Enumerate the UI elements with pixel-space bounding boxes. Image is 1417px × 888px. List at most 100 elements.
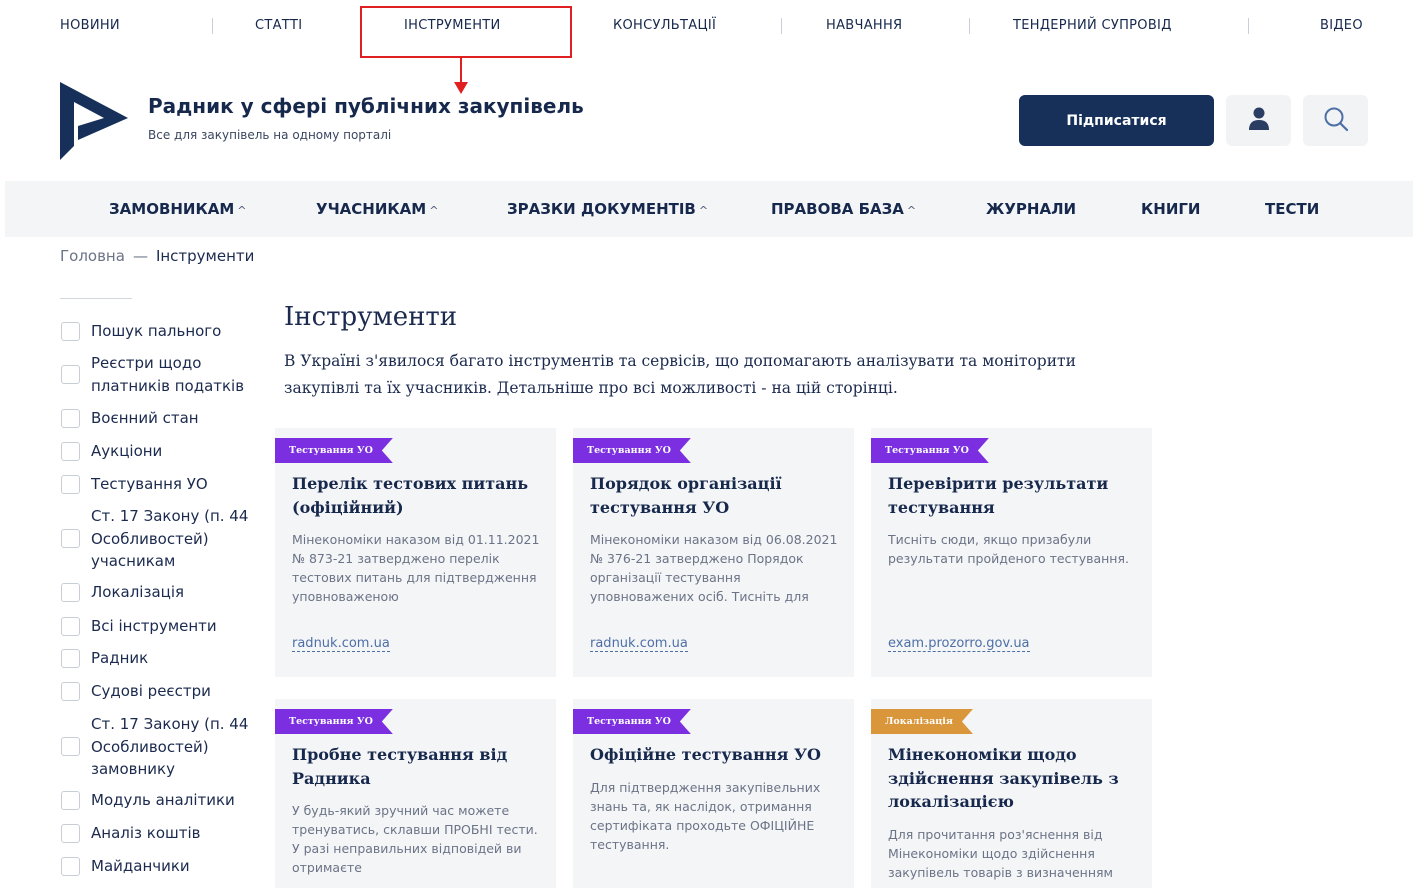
card-title[interactable]: Перелік тестових питань (офіційний)	[292, 472, 542, 519]
card-title[interactable]: Перевірити результати тестування	[888, 472, 1138, 519]
filter-auctions[interactable]: Аукціони	[61, 440, 256, 463]
highlight-arrow-line	[460, 58, 462, 84]
user-icon	[1248, 107, 1269, 135]
card-tag: Тестування УО	[871, 438, 989, 463]
filter-funds-analysis[interactable]: Аналіз коштів	[61, 822, 256, 845]
filter-art17-customer[interactable]: Ст. 17 Закону (п. 44 Особливостей) замов…	[61, 713, 256, 781]
top-nav-articles[interactable]: СТАТТІ	[255, 18, 302, 33]
filter-testing[interactable]: Тестування УО	[61, 473, 256, 496]
main-nav-customers[interactable]: ЗАМОВНИКАМ ^	[109, 200, 247, 218]
card-link[interactable]: exam.prozorro.gov.ua	[888, 636, 1030, 652]
checkbox[interactable]	[61, 681, 80, 701]
filter-label: Воєнний стан	[91, 409, 199, 427]
top-nav-news[interactable]: НОВИНИ	[60, 18, 120, 33]
filter-court-registries[interactable]: Судові реєстри	[61, 680, 256, 703]
checkbox[interactable]	[61, 616, 80, 636]
card-description: Для прочитання роз'яснення від Мінеконом…	[888, 827, 1113, 880]
main-nav-tests[interactable]: ТЕСТИ	[1265, 200, 1319, 218]
filter-art17-participants[interactable]: Ст. 17 Закону (п. 44 Особливостей) учасн…	[61, 505, 256, 573]
main-nav-document-samples[interactable]: ЗРАЗКИ ДОКУМЕНТІВ ^	[507, 200, 708, 218]
card-title[interactable]: Офіційне тестування УО	[590, 743, 840, 767]
card-description: Мінекономіки наказом від 01.11.2021 № 87…	[292, 532, 540, 604]
search-button[interactable]	[1303, 95, 1368, 146]
filter-label: Модуль аналітики	[91, 791, 235, 809]
chevron-up-icon: ^	[429, 204, 439, 217]
main-nav: ЗАМОВНИКАМ ^ УЧАСНИКАМ ^ ЗРАЗКИ ДОКУМЕНТІВ…	[5, 181, 1413, 237]
main-nav-legal-base[interactable]: ПРАВОВА БАЗА ^	[771, 200, 916, 218]
filter-analytics-module[interactable]: Модуль аналітики	[61, 789, 256, 812]
sidebar-divider	[60, 298, 132, 299]
tool-card[interactable]: Локалізація Мінекономіки щодо здійснення…	[871, 699, 1152, 888]
card-title[interactable]: Пробне тестування від Радника	[292, 743, 542, 790]
card-description: Мінекономіки наказом від 06.08.2021 № 37…	[590, 532, 838, 604]
top-nav-education[interactable]: НАВЧАННЯ	[826, 18, 902, 33]
filter-label: Майданчики	[91, 857, 190, 875]
top-nav-separator	[781, 18, 782, 34]
filter-localization[interactable]: Локалізація	[61, 581, 256, 604]
filter-label: Аналіз коштів	[91, 824, 201, 842]
tool-card[interactable]: Тестування УО Порядок організації тестув…	[573, 428, 854, 677]
filter-label: Судові реєстри	[91, 682, 211, 700]
breadcrumb: Головна — Інструменти	[60, 247, 254, 265]
main-nav-books[interactable]: КНИГИ	[1141, 200, 1200, 218]
filter-label: Локалізація	[91, 583, 185, 601]
breadcrumb-home[interactable]: Головна	[60, 247, 125, 265]
checkbox[interactable]	[61, 441, 80, 461]
checkbox[interactable]	[61, 856, 80, 876]
brand-subtitle: Все для закупівель на одному порталі	[148, 128, 392, 142]
checkbox[interactable]	[61, 648, 80, 668]
checkbox[interactable]	[61, 321, 80, 341]
card-title[interactable]: Порядок організації тестування УО	[590, 472, 840, 519]
filter-platforms[interactable]: Майданчики	[61, 855, 256, 878]
checkbox[interactable]	[61, 582, 80, 602]
tool-card[interactable]: Тестування УО Перелік тестових питань (о…	[275, 428, 556, 677]
top-nav-consultations[interactable]: КОНСУЛЬТАЦІЇ	[613, 18, 716, 33]
top-nav: НОВИНИ СТАТТІ ІНСТРУМЕНТИ КОНСУЛЬТАЦІЇ Н…	[0, 0, 1417, 54]
chevron-up-icon: ^	[237, 204, 247, 217]
checkbox[interactable]	[61, 529, 80, 549]
checkbox[interactable]	[61, 790, 80, 810]
main-nav-participants[interactable]: УЧАСНИКАМ ^	[316, 200, 438, 218]
filter-fuel-search[interactable]: Пошук пального	[61, 320, 256, 343]
filter-tax-registries[interactable]: Реєстри щодо платників податків	[61, 352, 256, 397]
filter-all-tools[interactable]: Всі інструменти	[61, 615, 256, 638]
tool-card[interactable]: Тестування УО Пробне тестування від Радн…	[275, 699, 556, 888]
filter-radnyk[interactable]: Радник	[61, 647, 256, 670]
checkbox[interactable]	[61, 365, 80, 384]
card-tag: Тестування УО	[275, 438, 393, 463]
main-nav-label: ПРАВОВА БАЗА	[771, 200, 904, 218]
card-tag: Тестування УО	[275, 709, 393, 734]
filter-martial-law[interactable]: Воєнний стан	[61, 407, 256, 430]
card-link[interactable]: radnuk.com.ua	[292, 636, 390, 652]
card-title[interactable]: Мінекономіки щодо здійснення закупівель …	[888, 743, 1138, 814]
breadcrumb-current: Інструменти	[155, 247, 255, 265]
top-nav-tender-support[interactable]: ТЕНДЕРНИЙ СУПРОВІД	[1013, 18, 1172, 33]
user-button[interactable]	[1226, 95, 1291, 146]
card-description: У будь-який зручний час можете тренувати…	[292, 803, 538, 875]
card-link[interactable]: radnuk.com.ua	[590, 636, 688, 652]
tool-card[interactable]: Тестування УО Офіційне тестування УО Для…	[573, 699, 854, 888]
checkbox[interactable]	[61, 823, 80, 843]
highlight-arrow-icon	[454, 82, 468, 94]
card-description: Для підтвердження закупівельних знань та…	[590, 780, 821, 852]
main-nav-label: ЗРАЗКИ ДОКУМЕНТІВ	[507, 200, 696, 218]
filter-label: Тестування УО	[91, 475, 208, 493]
checkbox[interactable]	[61, 408, 80, 428]
main-nav-journals[interactable]: ЖУРНАЛИ	[986, 200, 1076, 218]
top-nav-separator	[212, 18, 213, 34]
logo-icon[interactable]	[60, 82, 128, 160]
tool-card[interactable]: Тестування УО Перевірити результати тест…	[871, 428, 1152, 677]
card-description: Тисніть сюди, якщо призабули результати …	[888, 532, 1129, 566]
main-nav-label: ЗАМОВНИКАМ	[109, 200, 235, 218]
card-tag: Локалізація	[871, 709, 973, 734]
top-nav-video[interactable]: ВІДЕО	[1320, 18, 1363, 33]
brand-title[interactable]: Радник у сфері публічних закупівель	[148, 94, 584, 118]
checkbox[interactable]	[61, 474, 80, 494]
page-title: Інструменти	[284, 302, 458, 332]
filter-label: Радник	[91, 649, 149, 667]
subscribe-button[interactable]: Підписатися	[1019, 95, 1214, 146]
breadcrumb-separator: —	[132, 247, 148, 265]
top-nav-separator	[1248, 18, 1249, 34]
checkbox[interactable]	[61, 737, 80, 757]
chevron-up-icon: ^	[698, 204, 709, 217]
